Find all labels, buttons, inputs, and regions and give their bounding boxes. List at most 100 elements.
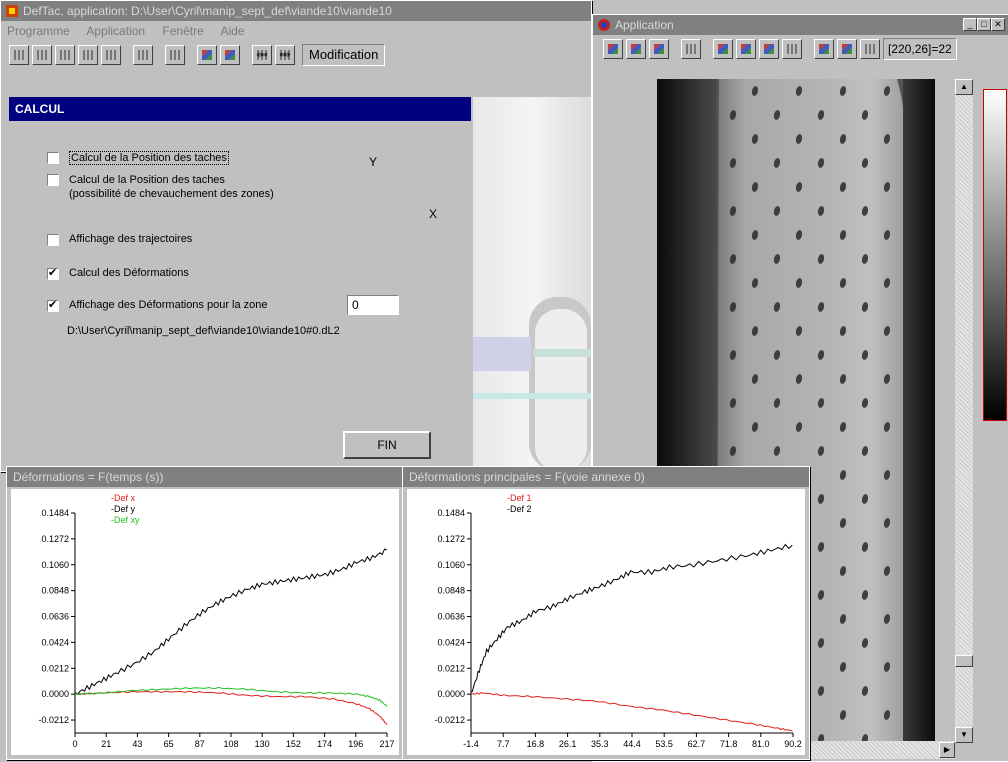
y-tick-label: 0.0636: [437, 612, 465, 622]
coords-readout: [220,26]=22: [883, 38, 957, 60]
option-label: Calcul de la Position des taches: [69, 151, 229, 165]
app-tool-1[interactable]: [603, 39, 623, 59]
app-window-title: Application: [615, 18, 674, 32]
legend-entry: -Def y: [111, 504, 136, 514]
chart1-svg: 0.1484 0.1272 0.1060 0.0848 0.0636 0.0424 0.02…: [38, 493, 394, 749]
option-calcul-deformations[interactable]: Calcul des Déformations: [47, 266, 189, 280]
menu-programme[interactable]: Programme: [7, 24, 70, 38]
chart1-title: Déformations = F(temps (s)): [13, 470, 164, 484]
scroll-thumb[interactable]: [955, 655, 973, 667]
scroll-right-icon: ▶: [943, 745, 951, 754]
chart1-titlebar[interactable]: Déformations = F(temps (s)): [7, 467, 403, 487]
x-tick-label: 217: [379, 739, 394, 749]
x-tick-label: 65: [164, 739, 174, 749]
scroll-down-button[interactable]: ▼: [955, 727, 973, 743]
x-tick-label: 62.7: [688, 739, 706, 749]
chart-window-deformations-principales: Déformations principales = F(voie annexe…: [402, 466, 810, 760]
x-tick-label: 44.4: [623, 739, 641, 749]
checkbox-calcul-position-chevauchement[interactable]: [47, 174, 59, 186]
checkbox-affichage-trajectoires[interactable]: [47, 234, 59, 246]
menu-fenetre[interactable]: Fenêtre: [162, 24, 203, 38]
scroll-down-icon: ▼: [960, 730, 968, 739]
series-line-1: [470, 543, 793, 693]
checkbox-calcul-deformations[interactable]: [47, 266, 59, 280]
minimize-button[interactable]: _: [963, 18, 977, 31]
tool-button-6[interactable]: [133, 45, 153, 65]
main-window: DefTac, application: D:\User\Cyril\manip…: [0, 0, 592, 472]
minimize-icon: _: [967, 19, 973, 29]
scroll-up-icon: ▲: [960, 82, 968, 91]
app-tool-11[interactable]: [860, 39, 880, 59]
tool-button-5[interactable]: [101, 45, 121, 65]
scroll-right-button[interactable]: ▶: [939, 742, 955, 758]
option-affichage-trajectoires[interactable]: Affichage des trajectoires: [47, 233, 192, 246]
option-calcul-position-chevauchement[interactable]: Calcul de la Position des taches (possib…: [47, 173, 287, 201]
menubar: Programme Application Fenêtre Aide: [1, 21, 591, 41]
x-tick-label: 0: [72, 739, 77, 749]
main-window-titlebar[interactable]: DefTac, application: D:\User\Cyril\manip…: [1, 1, 591, 21]
arrow-right-button[interactable]: ➡: [275, 45, 295, 65]
checkbox-calcul-position[interactable]: [47, 152, 59, 164]
y-tick-label: 0.1060: [41, 560, 69, 570]
app-tool-4[interactable]: [681, 39, 701, 59]
x-tick-label: 87: [195, 739, 205, 749]
app-tool-9[interactable]: [814, 39, 834, 59]
tool-button-3[interactable]: [55, 45, 75, 65]
app-tool-7[interactable]: [759, 39, 779, 59]
tool-button-7[interactable]: [165, 45, 185, 65]
horizontal-scrollbar[interactable]: ▶: [807, 741, 955, 759]
y-tick-label: 0.0000: [437, 689, 465, 699]
y-tick-label: 0.1484: [437, 508, 465, 518]
menu-aide[interactable]: Aide: [220, 24, 244, 38]
chart2-plot-area: 0.1484 0.1272 0.1060 0.0848 0.0636 0.0424 0.02…: [407, 489, 805, 755]
app-tool-3[interactable]: [649, 39, 669, 59]
arrow-left-icon: ⬅: [256, 46, 268, 62]
app-tool-10[interactable]: [837, 39, 857, 59]
app-window-titlebar[interactable]: Application _ □ ✕: [593, 15, 1008, 35]
fin-button[interactable]: FIN: [343, 431, 431, 459]
vertical-scrollbar[interactable]: ▲ ▼: [955, 79, 973, 743]
tool-button-2[interactable]: [32, 45, 52, 65]
x-tick-label: 26.1: [559, 739, 577, 749]
option-label: Affichage des trajectoires: [69, 233, 193, 245]
app-tool-5[interactable]: [713, 39, 733, 59]
tool-button-9[interactable]: [220, 45, 240, 65]
checkbox-affichage-deformations[interactable]: [47, 298, 59, 312]
tool-button-8[interactable]: [197, 45, 217, 65]
x-tick-label: 81.0: [752, 739, 770, 749]
menu-application[interactable]: Application: [86, 24, 145, 38]
chart2-svg: 0.1484 0.1272 0.1060 0.0848 0.0636 0.0424 0.02…: [434, 493, 802, 749]
toolbar-status: Modification: [302, 44, 386, 66]
y-tick-label: 0.0212: [437, 663, 465, 673]
zone-input[interactable]: [347, 295, 399, 315]
maximize-icon: □: [981, 19, 987, 29]
x-tick-label: 53.5: [655, 739, 673, 749]
option-calcul-position[interactable]: Calcul de la Position des taches: [47, 151, 229, 165]
chart2-titlebar[interactable]: Déformations principales = F(voie annexe…: [403, 467, 809, 487]
option-affichage-deformations[interactable]: Affichage des Déformations pour la zone: [47, 298, 268, 312]
tool-button-4[interactable]: [78, 45, 98, 65]
y-tick-label: 0.1484: [41, 508, 69, 518]
app-tool-8[interactable]: [782, 39, 802, 59]
main-window-title: DefTac, application: D:\User\Cyril\manip…: [23, 4, 392, 18]
arrow-left-button[interactable]: ⬅: [252, 45, 272, 65]
y-tick-label: 0.0000: [41, 689, 69, 699]
x-tick-label: 7.7: [497, 739, 510, 749]
image-preview: [473, 97, 591, 471]
tool-button-1[interactable]: [9, 45, 29, 65]
series-line-2: [74, 686, 388, 707]
app-tool-2[interactable]: [626, 39, 646, 59]
axis-y-label: Y: [369, 155, 378, 169]
legend-entry: -Def xy: [111, 515, 140, 525]
close-button[interactable]: ✕: [991, 18, 1005, 31]
y-tick-label: 0.1272: [437, 534, 465, 544]
grayscale-palette: [983, 89, 1007, 421]
y-tick-label: -0.0212: [434, 715, 465, 725]
chart-window-deformations-temps: Déformations = F(temps (s)) 0.1484 0.1272…: [6, 466, 404, 760]
option-label: Calcul de la Position des taches (possib…: [69, 174, 274, 200]
app-tool-6[interactable]: [736, 39, 756, 59]
scroll-up-button[interactable]: ▲: [955, 79, 973, 95]
x-tick-label: 90.2: [784, 739, 802, 749]
x-tick-label: 71.8: [720, 739, 738, 749]
maximize-button[interactable]: □: [977, 18, 991, 31]
